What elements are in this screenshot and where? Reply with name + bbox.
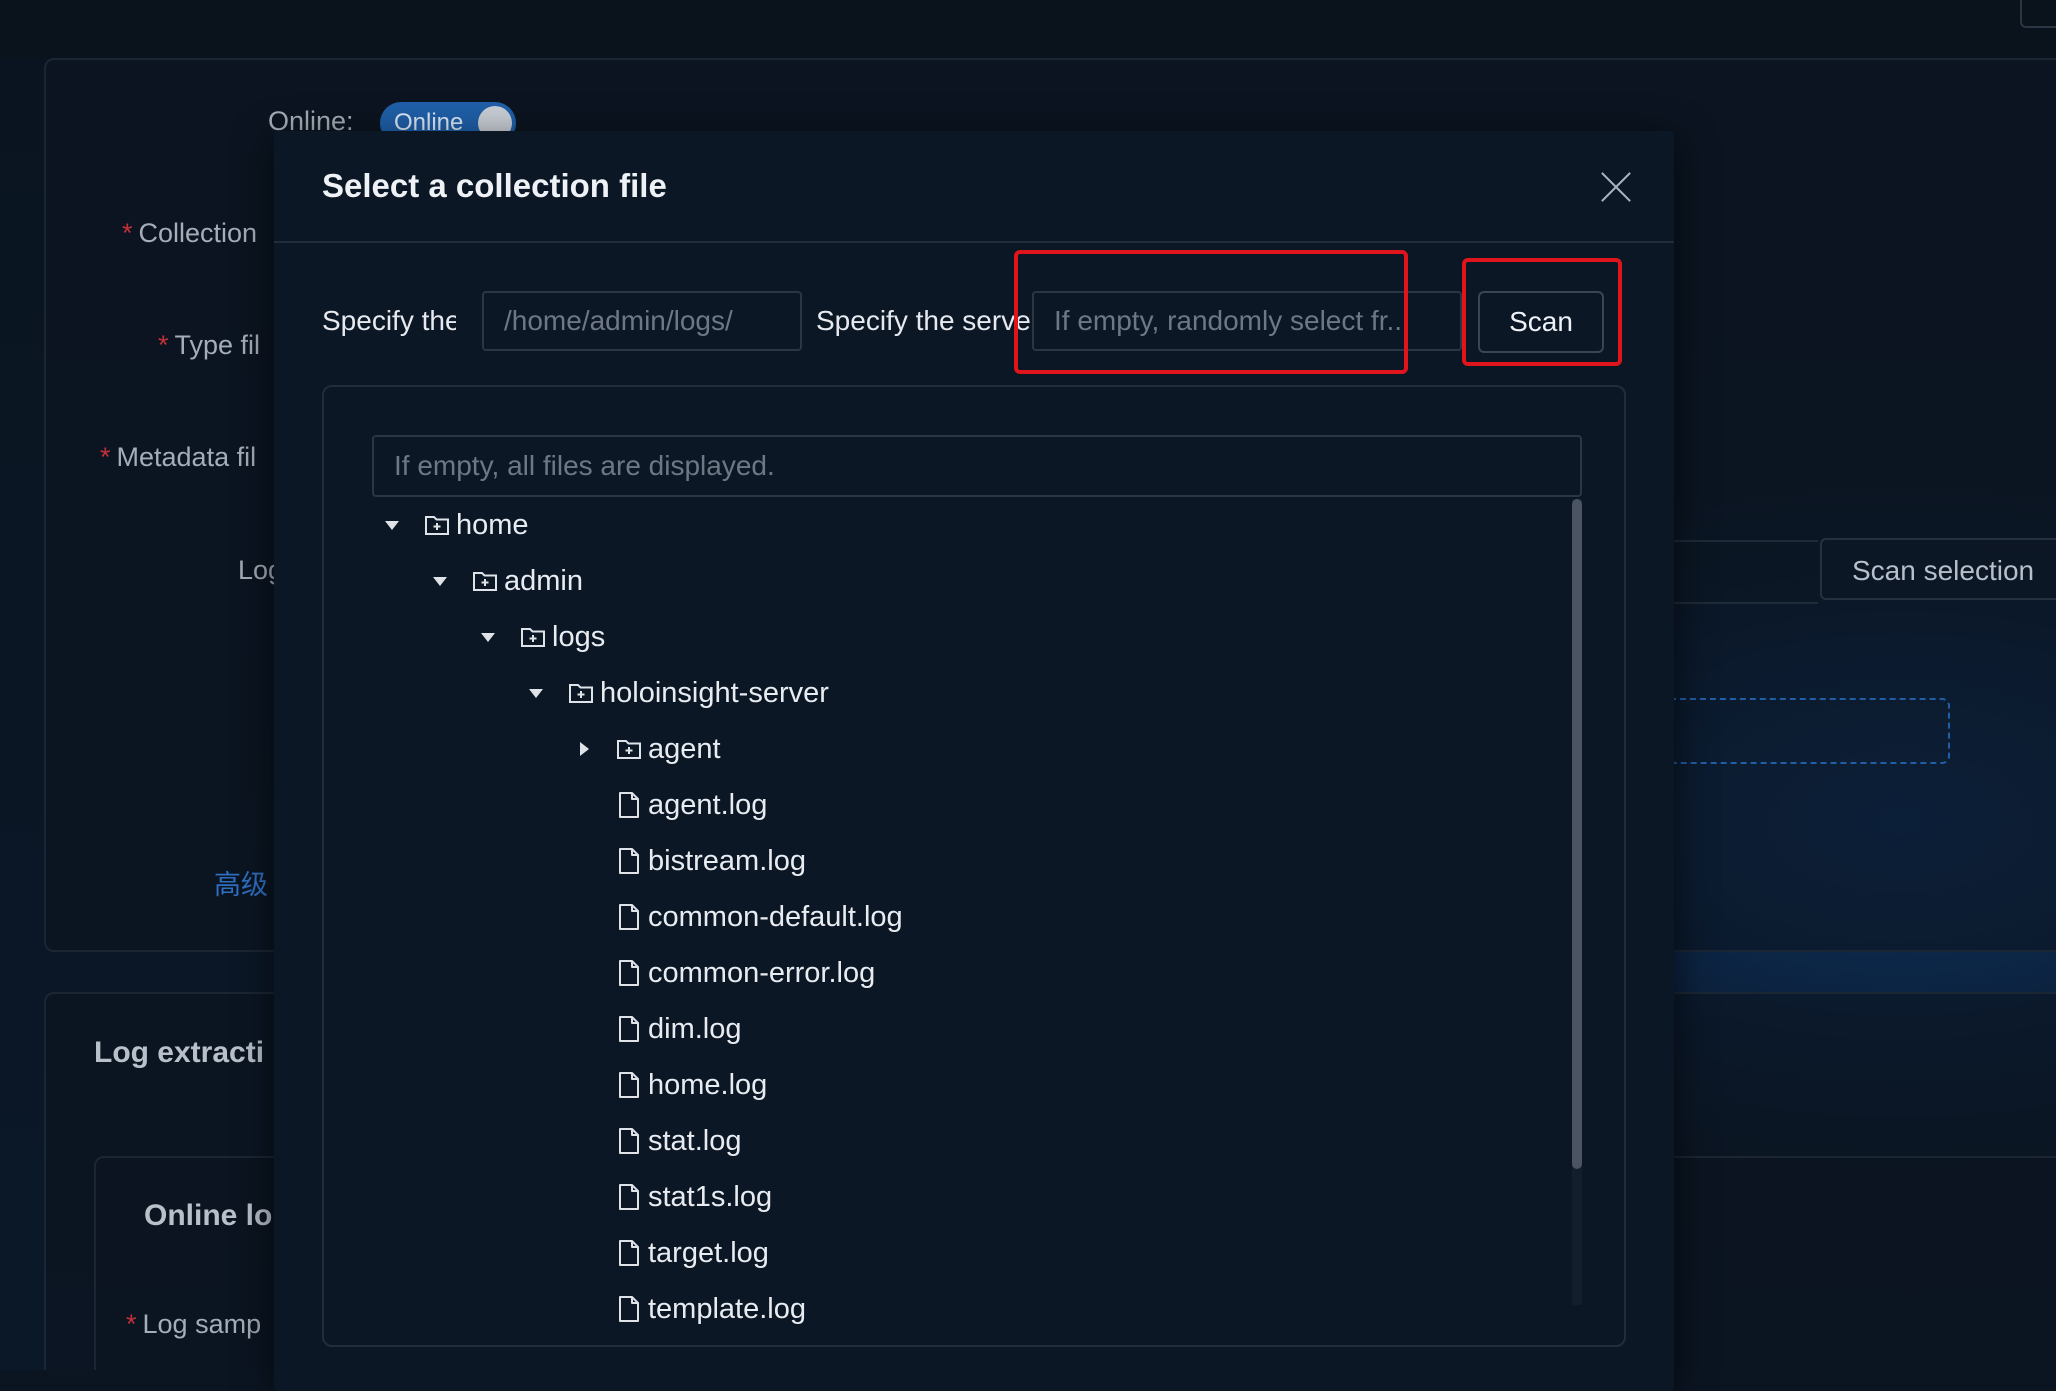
tree-node-label: home: [456, 508, 529, 541]
caret-spacer: [564, 889, 604, 945]
tree-folder-node[interactable]: logs: [372, 609, 1582, 665]
tree-node-label: home.log: [648, 1068, 768, 1101]
caret-down-icon[interactable]: [372, 497, 412, 553]
file-icon: [612, 1169, 646, 1225]
advanced-link[interactable]: 高级: [214, 863, 268, 902]
caret-spacer: [564, 1113, 604, 1169]
server-label: Specify the serve: [816, 305, 1031, 336]
caret-spacer: [564, 777, 604, 833]
path-label: Specify the r: [322, 305, 456, 336]
select-collection-file-modal: Select a collection file Specify the r S…: [274, 131, 1674, 1391]
tree-file-node[interactable]: agent.log: [372, 777, 1582, 833]
file-icon: [612, 1281, 646, 1337]
tree-node-label: stat1s.log: [648, 1180, 773, 1213]
section-title: Log extracti: [94, 1036, 265, 1069]
caret-down-icon[interactable]: [420, 553, 460, 609]
tree-file-node[interactable]: stat.log: [372, 1113, 1582, 1169]
tree-node-label: holoinsight-server: [600, 676, 829, 709]
metadata-label: * Metadata fil: [100, 442, 257, 472]
caret-spacer: [564, 1169, 604, 1225]
close-icon[interactable]: [1598, 169, 1634, 205]
folder-icon: [516, 609, 550, 665]
tree-node-label: bistream.log: [648, 844, 806, 877]
path-input[interactable]: [482, 291, 802, 351]
caret-right-icon[interactable]: [564, 721, 604, 777]
file-icon: [612, 1113, 646, 1169]
dashed-upload-area[interactable]: [1640, 698, 1950, 764]
caret-spacer: [564, 1001, 604, 1057]
type-label: * Type fil: [158, 330, 261, 360]
file-icon: [612, 833, 646, 889]
tree-node-label: dim.log: [648, 1012, 742, 1045]
log-sample-label: * Log samp: [126, 1309, 262, 1339]
file-icon: [612, 1225, 646, 1281]
tree-folder-node[interactable]: agent: [372, 721, 1582, 777]
tree-node-label: logs: [552, 620, 606, 653]
tree-file-node[interactable]: target.log: [372, 1225, 1582, 1281]
caret-spacer: [564, 1057, 604, 1113]
tree-file-node[interactable]: template.log: [372, 1281, 1582, 1337]
tree-file-node[interactable]: stat1s.log: [372, 1169, 1582, 1225]
tree-folder-node[interactable]: home: [372, 497, 1512, 553]
caret-down-icon[interactable]: [468, 609, 508, 665]
folder-icon: [612, 721, 646, 777]
tree-folder-node[interactable]: holoinsight-server: [372, 665, 1582, 721]
file-icon: [612, 1001, 646, 1057]
file-tree-panel: home admin logs holoinsight-server agent agen…: [322, 385, 1626, 1347]
tree-file-node[interactable]: bistream.log: [372, 833, 1582, 889]
file-tree: home admin logs holoinsight-server agent agen…: [372, 497, 1582, 1371]
caret-spacer: [564, 833, 604, 889]
subsection-title: Online lo: [144, 1199, 273, 1232]
tree-file-node[interactable]: dim.log: [372, 1001, 1582, 1057]
modal-title: Select a collection file: [322, 167, 667, 204]
file-icon: [612, 1057, 646, 1113]
caret-spacer: [564, 1281, 604, 1337]
tree-file-node[interactable]: common-error.log: [372, 945, 1582, 1001]
tree-node-label: agent: [648, 732, 721, 765]
file-filter-input[interactable]: [372, 435, 1582, 497]
tree-file-node[interactable]: home.log: [372, 1057, 1582, 1113]
tree-node-label: template.log: [648, 1292, 806, 1325]
tree-file-node[interactable]: common-default.log: [372, 889, 1582, 945]
tree-folder-node[interactable]: admin: [372, 553, 1560, 609]
folder-icon: [420, 497, 454, 553]
tree-node-label: common-error.log: [648, 956, 876, 989]
file-icon: [612, 945, 646, 1001]
tree-node-label: stat.log: [648, 1124, 742, 1157]
folder-icon: [564, 665, 598, 721]
tree-node-label: admin: [504, 564, 583, 597]
top-bar: [0, 0, 2056, 58]
scan-button[interactable]: Scan: [1478, 291, 1604, 353]
tree-node-label: common-default.log: [648, 900, 903, 933]
caret-down-icon[interactable]: [516, 665, 556, 721]
folder-icon: [468, 553, 502, 609]
modal-header: Select a collection file: [274, 131, 1674, 243]
caret-spacer: [564, 945, 604, 1001]
caret-spacer: [564, 1225, 604, 1281]
collection-label: * Collection: [122, 218, 258, 248]
scan-selection-button[interactable]: Scan selection: [1820, 538, 2056, 600]
tree-node-label: agent.log: [648, 788, 768, 821]
file-icon: [612, 889, 646, 945]
top-bar-button[interactable]: [2020, 0, 2056, 28]
tree-node-label: target.log: [648, 1236, 769, 1269]
file-icon: [612, 777, 646, 833]
server-input[interactable]: [1032, 291, 1462, 351]
